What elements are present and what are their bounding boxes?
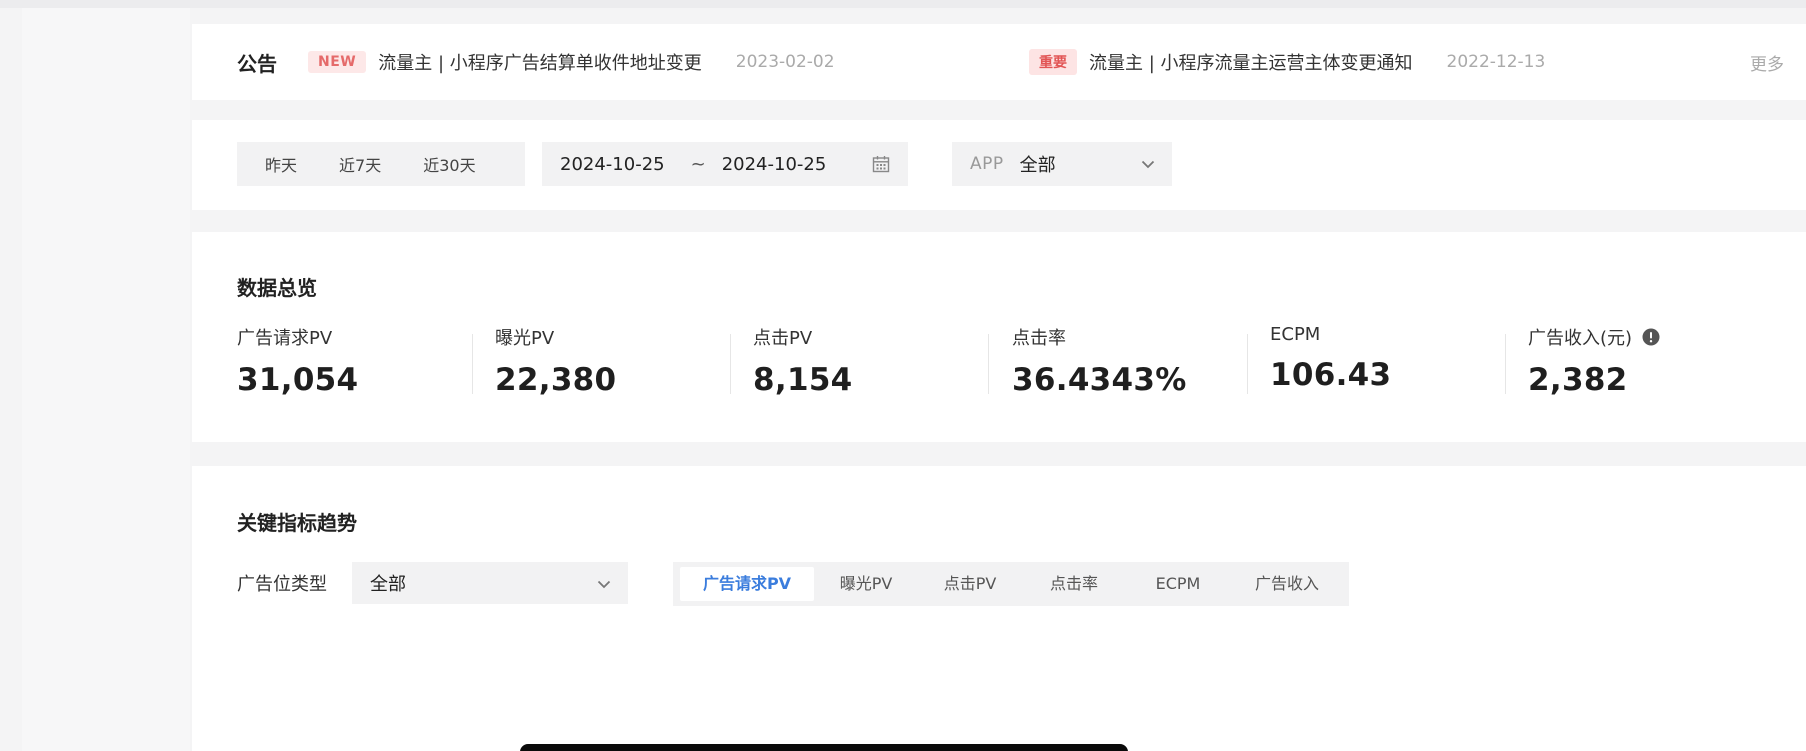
metric-click-rate: 点击率 36.4343% — [1012, 324, 1187, 398]
ad-slot-type-select[interactable]: 全部 — [352, 562, 628, 604]
filter-bar: 昨天 近7天 近30天 2024-10-25 ~ 2024-10-25 APP … — [192, 120, 1806, 210]
range-yesterday-button[interactable]: 昨天 — [265, 152, 297, 176]
metric-label: 点击率 — [1012, 328, 1066, 349]
black-overlay-bar — [520, 744, 1128, 751]
left-pane — [22, 8, 190, 751]
notice-bar: 公告 NEW 流量主 | 小程序广告结算单收件地址变更 2023-02-02 重… — [192, 24, 1806, 100]
tab-exposure-pv[interactable]: 曝光PV — [814, 567, 918, 601]
metric-label: 广告请求PV — [237, 328, 333, 349]
notice-date: 2022-12-13 — [1446, 52, 1546, 72]
trend-title: 关键指标趋势 — [237, 511, 357, 535]
metric-value: 31,054 — [237, 362, 359, 398]
notice-date: 2023-02-02 — [735, 52, 835, 72]
new-badge: NEW — [308, 51, 367, 73]
chevron-down-icon — [597, 580, 611, 589]
tab-ad-revenue[interactable]: 广告收入 — [1230, 567, 1344, 601]
metric-ecpm: ECPM 106.43 — [1270, 324, 1391, 394]
date-separator: ~ — [690, 153, 706, 175]
chevron-down-icon — [1141, 160, 1155, 169]
trend-panel: 关键指标趋势 广告位类型 全部 广告请求PV 曝光PV 点击PV 点击率 ECP… — [192, 466, 1806, 751]
metric-exposure-pv: 曝光PV 22,380 — [495, 324, 616, 398]
tab-ad-request-pv[interactable]: 广告请求PV — [680, 567, 814, 601]
metric-value: 2,382 — [1528, 362, 1628, 398]
top-strip — [0, 0, 1806, 8]
app-select[interactable]: APP 全部 — [952, 142, 1172, 186]
data-overview-panel: 数据总览 广告请求PV 31,054 曝光PV 22,380 点击PV 8,15… — [192, 232, 1806, 442]
metric-value: 8,154 — [753, 362, 853, 398]
more-link[interactable]: 更多 — [1750, 50, 1784, 75]
metric-label: 曝光PV — [495, 328, 555, 349]
tab-ecpm[interactable]: ECPM — [1126, 567, 1230, 601]
metric-divider — [1247, 334, 1248, 394]
metric-tab-group: 广告请求PV 曝光PV 点击PV 点击率 ECPM 广告收入 — [673, 562, 1349, 606]
metric-click-pv: 点击PV 8,154 — [753, 324, 853, 398]
quick-range-group: 昨天 近7天 近30天 — [237, 142, 525, 186]
metric-value: 106.43 — [1270, 357, 1392, 393]
metric-label: ECPM — [1270, 324, 1321, 345]
trend-chart: 35,00030,000 — [192, 630, 1806, 751]
range-7days-button[interactable]: 近7天 — [339, 152, 381, 176]
metric-label: 点击PV — [753, 328, 813, 349]
notice-link[interactable]: 流量主 | 小程序流量主运营主体变更通知 — [1089, 49, 1413, 75]
metric-value: 22,380 — [495, 362, 617, 398]
notice-title: 公告 — [237, 52, 277, 76]
notice-item[interactable]: 重要 流量主 | 小程序流量主运营主体变更通知 2022-12-13 — [1029, 48, 1545, 76]
metric-ad-revenue: 广告收入(元) 2,382 — [1528, 324, 1660, 398]
date-end[interactable]: 2024-10-25 — [722, 154, 827, 175]
date-range-picker[interactable]: 2024-10-25 ~ 2024-10-25 — [542, 142, 908, 186]
important-badge: 重要 — [1029, 49, 1077, 75]
metric-label-row: 广告收入(元) — [1528, 324, 1660, 350]
ad-slot-type-label: 广告位类型 — [237, 574, 327, 595]
app-select-label: APP — [970, 154, 1004, 174]
tab-click-pv[interactable]: 点击PV — [918, 567, 1022, 601]
metric-divider — [472, 334, 473, 394]
metric-divider — [1505, 334, 1506, 394]
metric-label: 广告收入(元) — [1528, 328, 1633, 349]
notice-item[interactable]: NEW 流量主 | 小程序广告结算单收件地址变更 2023-02-02 — [308, 48, 835, 76]
metric-value: 36.4343% — [1012, 362, 1187, 398]
info-icon[interactable] — [1642, 328, 1660, 346]
app-select-value: 全部 — [1019, 155, 1056, 176]
metric-divider — [988, 334, 989, 394]
date-start[interactable]: 2024-10-25 — [560, 154, 665, 175]
calendar-icon[interactable] — [872, 155, 890, 173]
metric-ad-request-pv: 广告请求PV 31,054 — [237, 324, 358, 398]
tab-click-rate[interactable]: 点击率 — [1022, 567, 1126, 601]
overview-title: 数据总览 — [237, 276, 317, 300]
range-30days-button[interactable]: 近30天 — [423, 152, 475, 176]
notice-link[interactable]: 流量主 | 小程序广告结算单收件地址变更 — [378, 49, 702, 75]
metric-divider — [730, 334, 731, 394]
ad-slot-type-value: 全部 — [370, 574, 406, 595]
